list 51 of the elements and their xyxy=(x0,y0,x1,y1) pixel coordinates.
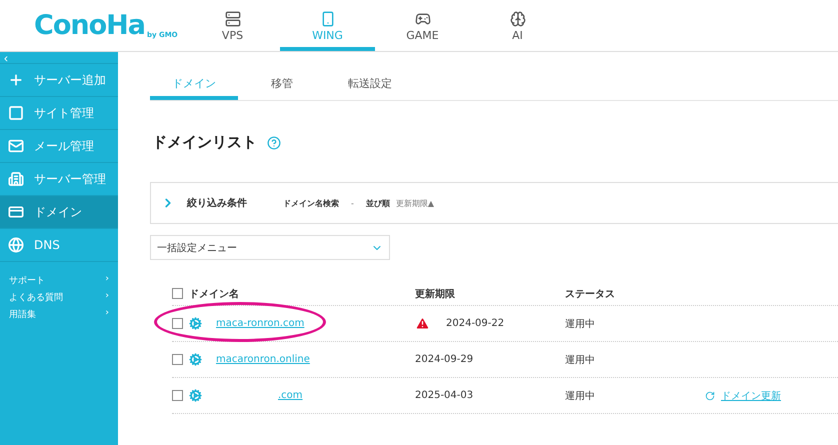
nav-tab[interactable]: WING xyxy=(280,0,375,51)
sidebar-item[interactable]: ドメイン xyxy=(0,196,118,229)
nav-tab[interactable]: AI xyxy=(470,0,565,51)
menu-item-icon xyxy=(8,105,24,121)
nav-icon xyxy=(320,10,336,26)
nav-icon xyxy=(224,10,240,26)
sort-label: 並び順 xyxy=(366,198,390,208)
sidebar-link[interactable]: よくある質問 › xyxy=(0,289,118,306)
logo: ConoHa xyxy=(34,12,145,39)
gear-icon[interactable] xyxy=(189,389,202,402)
help-icon[interactable] xyxy=(267,136,281,150)
menu-item-icon xyxy=(8,204,24,220)
renew-link[interactable]: ドメイン更新 xyxy=(721,388,781,402)
column-header: ドメイン名 xyxy=(189,288,239,300)
gear-icon[interactable] xyxy=(189,353,202,366)
row-checkbox[interactable] xyxy=(172,354,183,365)
status-text: 運用中 xyxy=(565,354,595,366)
search-label: ドメイン名検索 xyxy=(283,198,339,208)
bulk-settings-dropdown[interactable]: 一括設定メニュー xyxy=(150,235,390,260)
row-checkbox[interactable] xyxy=(172,318,183,329)
expiry-date: 2024-09-29 xyxy=(415,354,474,365)
domain-link[interactable]: .com xyxy=(278,390,303,401)
sort-value: 更新期限▲ xyxy=(396,198,434,208)
tab[interactable]: ドメイン xyxy=(150,70,238,100)
sidebar-link[interactable]: サポート › xyxy=(0,272,118,289)
gear-icon[interactable] xyxy=(189,317,202,330)
column-header: 更新期限 xyxy=(415,287,455,300)
renew-icon xyxy=(705,390,715,400)
expiry-date: 2024-09-22 xyxy=(446,318,504,329)
menu-item-icon xyxy=(8,72,24,88)
sidebar-link[interactable]: 用語集 › xyxy=(0,306,118,323)
page-title: ドメインリスト xyxy=(152,133,257,152)
column-header: ステータス xyxy=(565,288,615,300)
expiry-date: 2025-04-03 xyxy=(415,390,474,401)
nav-icon xyxy=(510,10,526,26)
row-checkbox[interactable] xyxy=(172,390,183,401)
menu-item-icon xyxy=(8,138,24,154)
menu-item-icon xyxy=(8,237,24,253)
domain-link[interactable]: macaronron.online xyxy=(216,354,310,365)
tab[interactable]: 移管 xyxy=(238,70,326,100)
nav-tab[interactable]: GAME xyxy=(375,0,470,51)
menu-item-icon xyxy=(8,171,24,187)
domain-link[interactable]: maca-ronron.com xyxy=(216,318,304,329)
status-text: 運用中 xyxy=(565,390,595,402)
select-all-checkbox[interactable] xyxy=(172,288,183,299)
filter-label[interactable]: 絞り込み条件 xyxy=(187,196,247,210)
search-value: - xyxy=(351,198,354,208)
status-text: 運用中 xyxy=(565,318,595,330)
nav-icon xyxy=(414,10,430,26)
tab[interactable]: 転送設定 xyxy=(326,70,414,100)
nav-tab[interactable]: VPS xyxy=(185,0,280,51)
